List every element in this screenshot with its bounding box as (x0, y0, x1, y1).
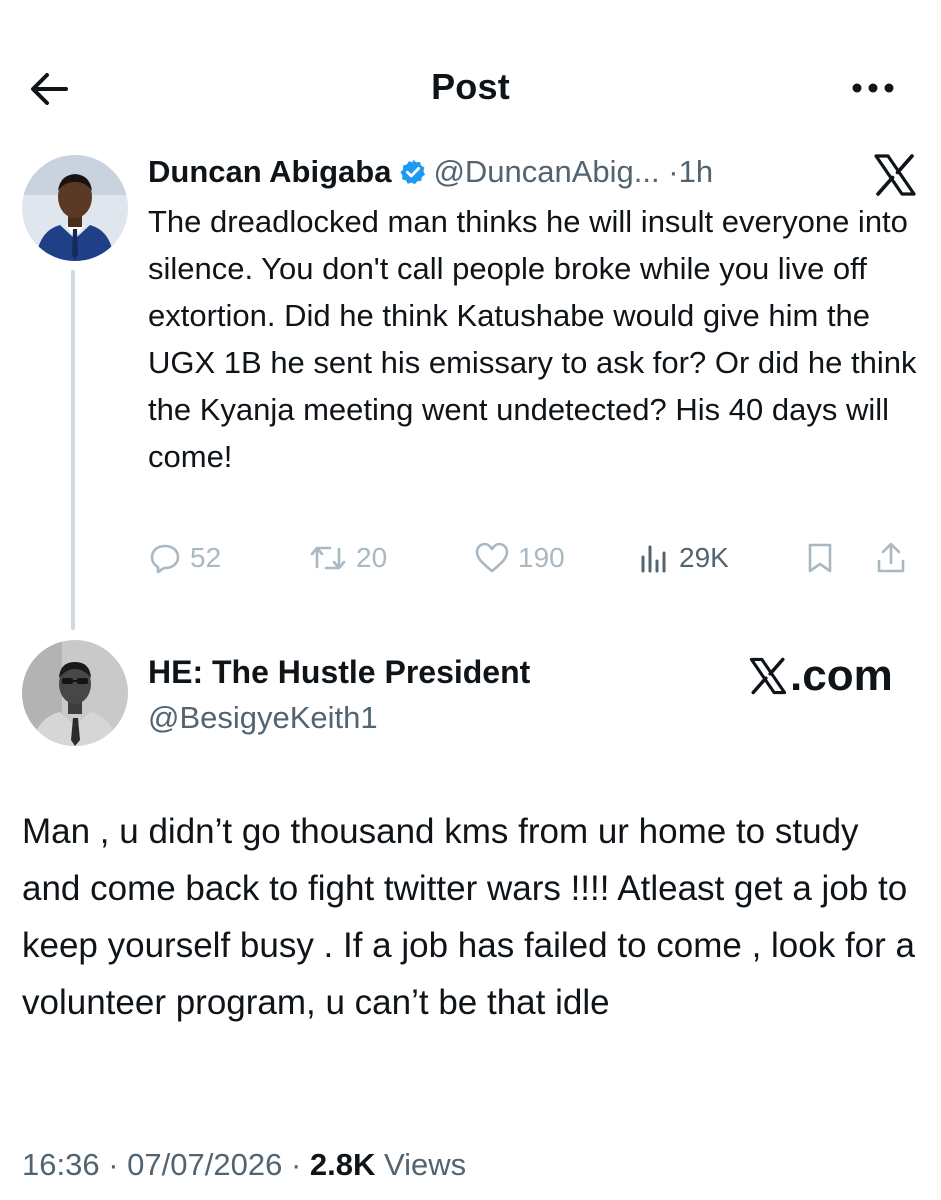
more-options-button[interactable] (848, 70, 898, 106)
x-com-watermark: .com (748, 650, 893, 702)
repost-count: 20 (356, 542, 388, 573)
watermark-text: .com (790, 651, 893, 700)
avatar[interactable] (22, 155, 128, 261)
separator-dot: · (108, 1147, 119, 1182)
x-logo-icon (872, 152, 918, 198)
reply-count: 52 (190, 542, 222, 573)
views-button[interactable]: 29K (637, 536, 729, 580)
post-time[interactable]: 1h (679, 154, 713, 189)
thread-connector-line (71, 270, 75, 630)
post-metadata: 16:36 · 07/07/2026 · 2.8K Views (22, 1143, 466, 1187)
author-handle[interactable]: @DuncanAbig... (433, 154, 659, 189)
tweet-header: Duncan Abigaba @DuncanAbig... ·1h (148, 150, 848, 194)
like-button[interactable]: 190 (474, 536, 565, 580)
tweet-text: Man , u didn’t go thousand kms from ur h… (22, 812, 915, 1022)
tweet-text: The dreadlocked man thinks he will insul… (148, 204, 917, 474)
heart-icon (475, 542, 509, 573)
x-logo-icon (749, 657, 787, 695)
author-name[interactable]: HE: The Hustle President (148, 650, 530, 694)
verified-badge-icon (400, 159, 426, 185)
page-title: Post (431, 66, 510, 107)
separator-dot: · (290, 1147, 302, 1182)
avatar[interactable] (22, 640, 128, 746)
separator-dot: · (668, 154, 679, 189)
bookmark-button[interactable] (804, 536, 844, 580)
share-icon (877, 542, 905, 573)
repost-icon (310, 546, 346, 570)
post-time[interactable]: 16:36 (22, 1147, 100, 1182)
views-count[interactable]: 2.8K (310, 1147, 375, 1182)
like-count: 190 (518, 542, 565, 573)
more-horizontal-icon (852, 83, 894, 93)
reply-icon (150, 544, 180, 574)
share-button[interactable] (874, 536, 916, 580)
author-name[interactable]: Duncan Abigaba (148, 154, 391, 189)
bookmark-icon (808, 543, 832, 573)
post-date[interactable]: 07/07/2026 (127, 1147, 282, 1182)
analytics-icon (641, 545, 666, 573)
reply-button[interactable]: 52 (148, 536, 221, 580)
repost-button[interactable]: 20 (308, 536, 387, 580)
views-count: 29K (679, 542, 729, 573)
author-handle[interactable]: @BesigyeKeith1 (148, 696, 378, 740)
views-label: Views (384, 1147, 467, 1182)
